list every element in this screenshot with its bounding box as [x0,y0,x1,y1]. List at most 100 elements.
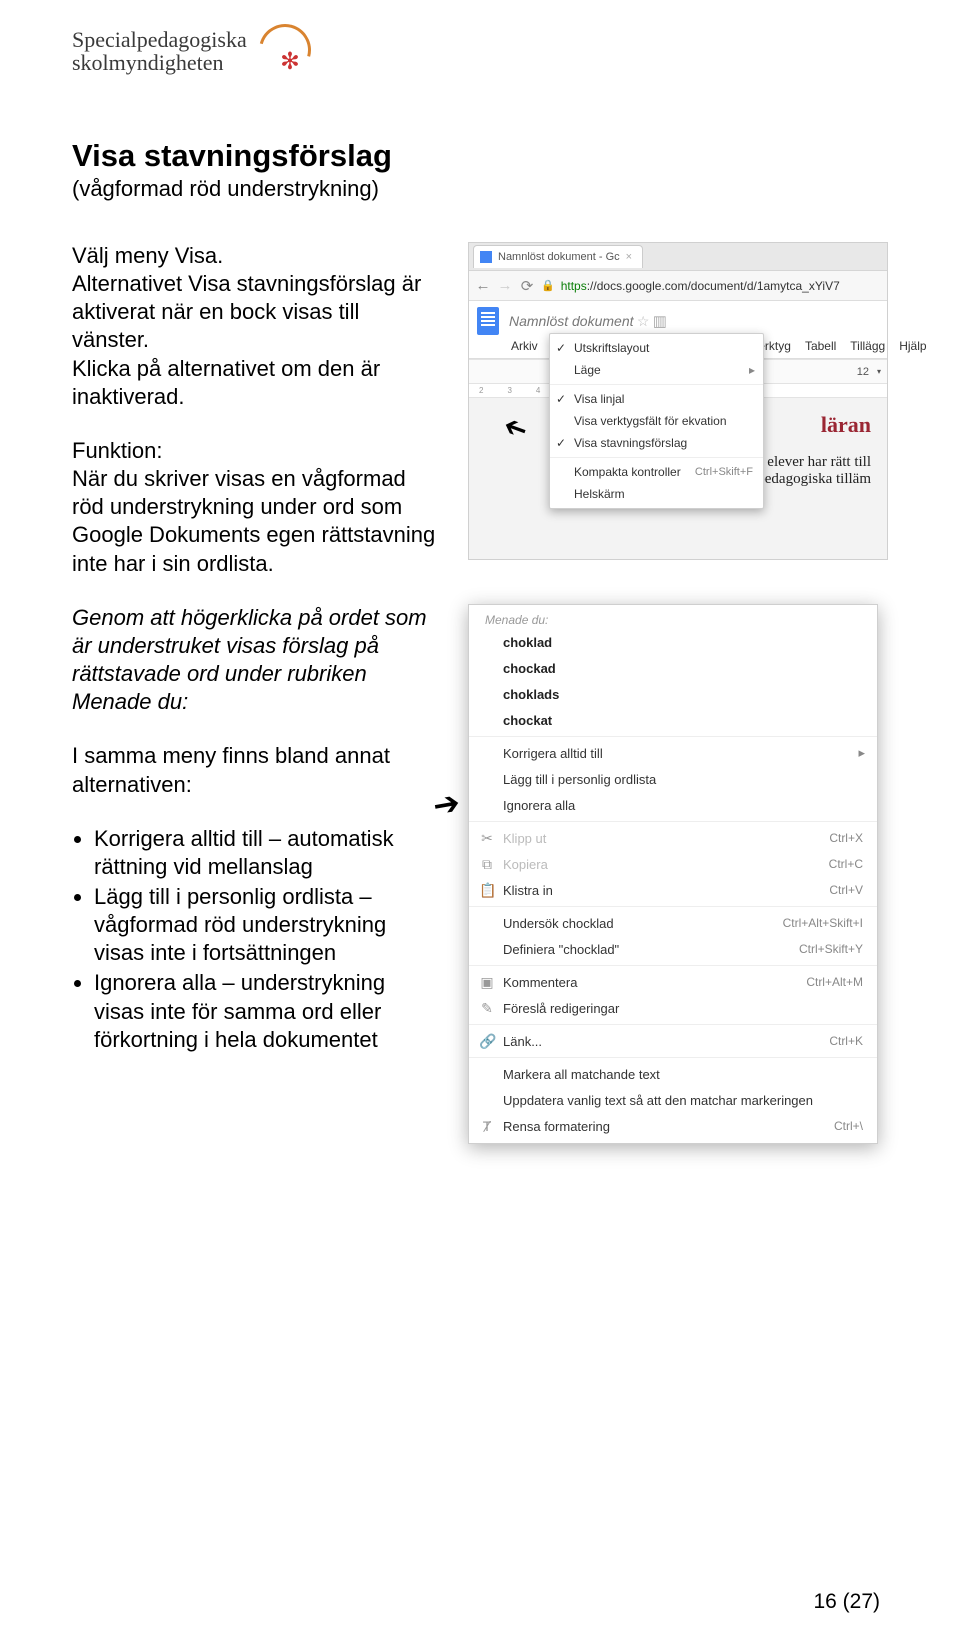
menu-arkiv[interactable]: Arkiv [511,339,538,353]
shortcut: Ctrl+Skift+Y [799,942,863,956]
menade-du-header: Menade du: [469,609,877,629]
page-subtitle: (vågformad röd understrykning) [72,176,888,202]
menu-label: Uppdatera vanlig text så att den matchar… [503,1093,813,1108]
p2a: Funktion: [72,438,163,463]
docs-logo-icon[interactable] [477,307,499,335]
context-menu-item[interactable]: 🔗 Länk... Ctrl+K [469,1028,877,1054]
menu-label: Definiera "chocklad" [503,942,619,957]
menu-label: Klistra in [503,883,553,898]
menu-item[interactable]: Visa verktygsfält för ekvation [550,410,763,432]
font-size[interactable]: 12 [857,366,869,378]
p1a: Välj meny Visa. [72,243,223,268]
menu-hjälp[interactable]: Hjälp [899,339,926,353]
context-menu-item[interactable]: choklads [469,681,877,707]
shortcut: Ctrl+Alt+Skift+I [783,916,863,930]
org-logo: Specialpedagogiska skolmyndigheten ✻ [72,28,888,83]
p3em: Menade du: [72,689,188,714]
nav-reload-icon[interactable]: ⟳ [519,277,535,295]
menu-icon: ⧉ [479,856,495,873]
menu-label: choklads [503,687,559,702]
ruler-tick: 4 [536,386,540,395]
context-menu-item[interactable]: Undersök chocklad Ctrl+Alt+Skift+I [469,910,877,936]
screenshot-docs-menu: Namnlöst dokument - Gc × ← → ⟳ 🔒 https:/… [468,242,888,560]
menu-label: Lägg till i personlig ordlista [503,772,656,787]
url-host: ://docs.google.com [587,279,688,293]
bullet-item: Ignorera alla – understrykning visas int… [94,969,438,1053]
ruler-tick: 3 [507,386,511,395]
menu-item[interactable]: Läge [550,359,763,381]
view-dropdown: UtskriftslayoutLäge Visa linjalVisa verkt… [549,333,764,509]
shortcut: Ctrl+\ [834,1119,863,1133]
p4: I samma meny finns bland annat alternati… [72,742,438,798]
menu-label: Rensa formatering [503,1119,610,1134]
menu-item[interactable]: Kompakta kontrollerCtrl+Skift+F [550,461,763,483]
menu-label: Markera all matchande text [503,1067,660,1082]
menu-label: Kommentera [503,975,577,990]
bullets-list: Korrigera alltid till – automatisk rättn… [72,825,438,1054]
menu-item[interactable]: Visa stavningsförslag [550,432,763,454]
nav-back-icon[interactable]: ← [475,277,491,294]
shortcut: Ctrl+K [829,1034,863,1048]
shortcut: Ctrl+Alt+M [806,975,863,989]
url-scheme: https [561,279,587,293]
folder-icon[interactable]: ▥ [653,313,667,330]
context-menu-item: ⧉ Kopiera Ctrl+C [469,851,877,877]
context-menu-item: ✂Klipp utCtrl+X [469,825,877,851]
star-icon[interactable]: ☆ [637,313,650,329]
logo-icon: ✻ [253,28,323,83]
menu-icon: 🔗 [479,1033,495,1050]
menu-label: Undersök chocklad [503,916,614,931]
context-menu-item[interactable]: ▣ Kommentera Ctrl+Alt+M [469,969,877,995]
context-menu-item[interactable]: Korrigera alltid till [469,740,877,766]
menu-label: Korrigera alltid till [503,746,603,761]
context-menu-item[interactable]: Lägg till i personlig ordlista [469,766,877,792]
context-menu-item[interactable]: ✎Föreslå redigeringar [469,995,877,1021]
p3: Genom att högerklicka på ordet som är un… [72,605,427,686]
context-menu-item[interactable]: chockad [469,655,877,681]
menu-label: choklad [503,635,552,650]
tab-close-icon[interactable]: × [626,251,632,263]
context-menu-item[interactable]: choklad [469,629,877,655]
bullet-item: Korrigera alltid till – automatisk rättn… [94,825,438,881]
browser-tab[interactable]: Namnlöst dokument - Gc × [473,245,643,268]
shortcut: Ctrl+C [829,857,863,871]
p1c: Klicka på alternativet om den är inaktiv… [72,356,380,409]
context-menu-item[interactable]: Ⱦ Rensa formatering Ctrl+\ [469,1113,877,1139]
menu-item[interactable]: Visa linjal [550,388,763,410]
menu-tillägg[interactable]: Tillägg [850,339,885,353]
font-size-chevron-icon[interactable]: ▾ [877,367,881,376]
lock-icon: 🔒 [541,279,555,292]
menu-icon: ▣ [479,974,495,991]
context-menu-item[interactable]: Uppdatera vanlig text så att den matchar… [469,1087,877,1113]
shortcut: Ctrl+X [829,831,863,845]
page-title: Visa stavningsförslag [72,138,888,174]
menu-label: Kopiera [503,857,548,872]
page-number: 16 (27) [813,1590,880,1614]
context-menu-item[interactable]: 📋Klistra inCtrl+V [469,877,877,903]
p2b: När du skriver visas en vågformad röd un… [72,466,435,575]
menu-item[interactable]: Helskärm [550,483,763,505]
menu-label: Föreslå redigeringar [503,1001,619,1016]
menu-label: Länk... [503,1034,542,1049]
shortcut: Ctrl+V [829,883,863,897]
logo-line1: Specialpedagogiska [72,28,247,51]
menu-item[interactable]: Utskriftslayout [550,337,763,359]
menu-tabell[interactable]: Tabell [805,339,836,353]
arrow-pointer-icon: ➔ [430,783,463,825]
context-menu-item[interactable]: chockat [469,707,877,733]
context-menu-item[interactable]: Markera all matchande text [469,1061,877,1087]
shortcut: Ctrl+Skift+F [695,466,753,478]
menu-label: chockad [503,661,556,676]
context-menu-item[interactable]: Definiera "chocklad" Ctrl+Skift+Y [469,936,877,962]
doc-title[interactable]: Namnlöst dokument [509,313,634,329]
menu-label: Ignorera alla [503,798,575,813]
ruler-tick: 2 [479,386,483,395]
nav-forward-icon[interactable]: → [497,277,513,294]
menu-label: Klipp ut [503,831,546,846]
bullet-item: Lägg till i personlig ordlista – vågform… [94,883,438,967]
docs-favicon-icon [480,251,492,263]
context-menu-item[interactable]: Ignorera alla [469,792,877,818]
menu-label: chockat [503,713,552,728]
menu-icon: Ⱦ [479,1118,495,1134]
body-text: Välj meny Visa. Alternativet Visa stavni… [72,242,438,1144]
